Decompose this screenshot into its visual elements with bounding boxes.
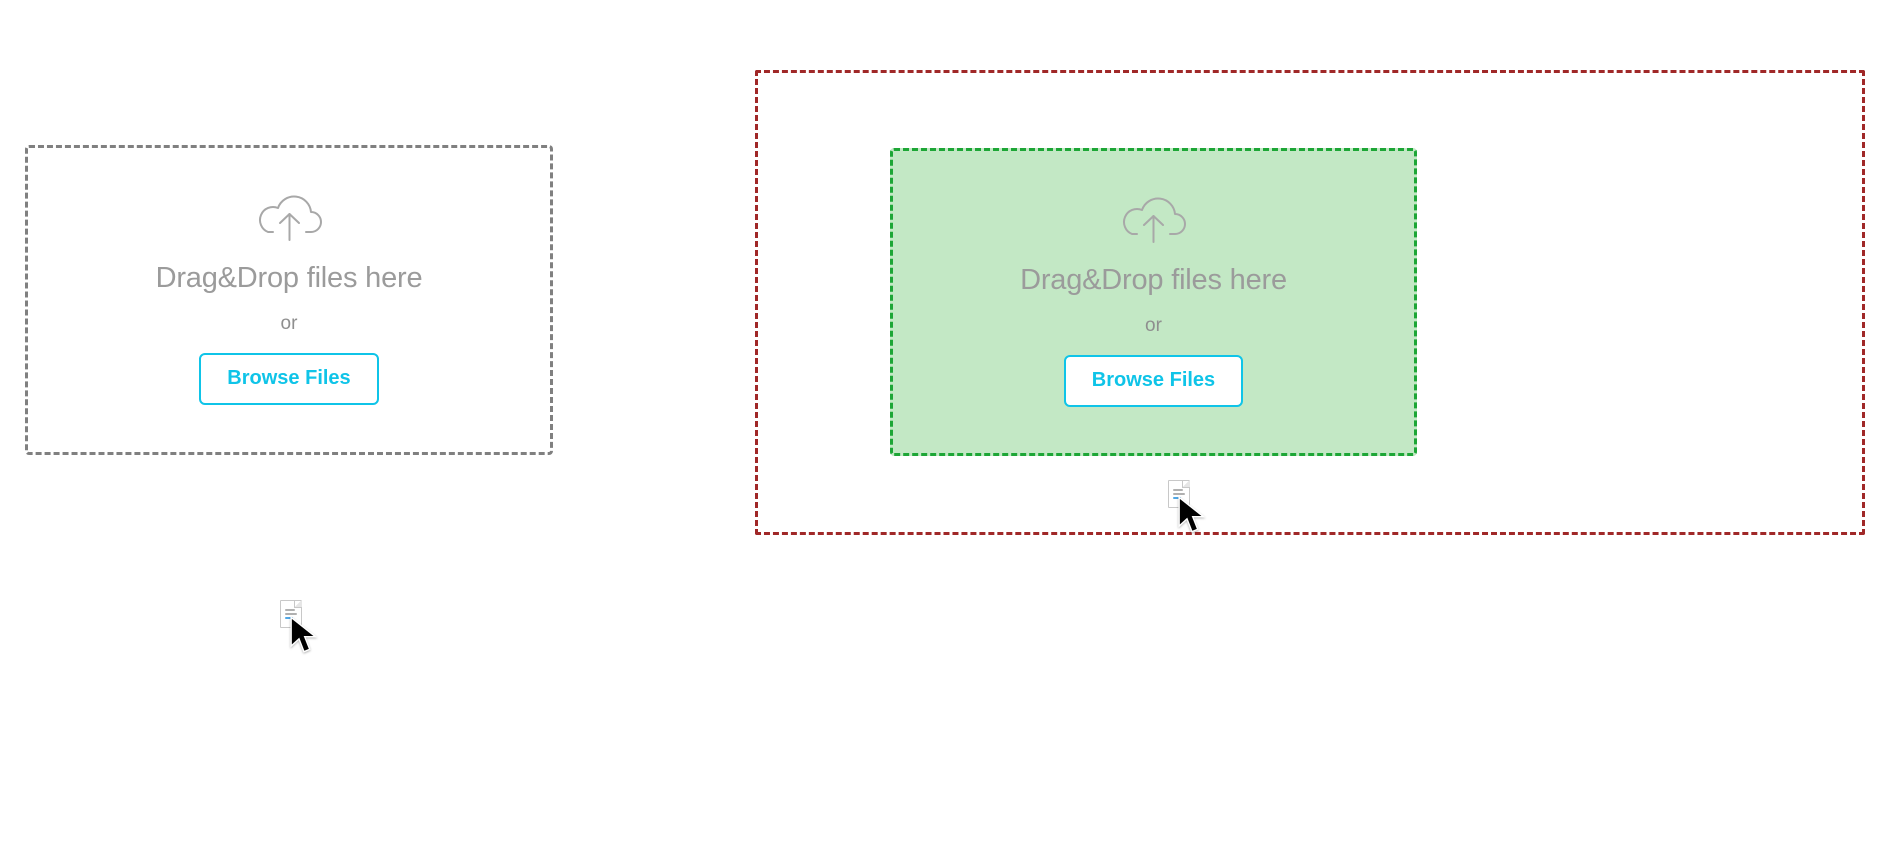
dropzone-or-label: or [1145, 315, 1162, 337]
cloud-upload-icon [1120, 196, 1187, 246]
dropzone-highlighted[interactable]: Drag&Drop files here or Browse Files [890, 148, 1417, 456]
dropzone-headline: Drag&Drop files here [156, 262, 423, 295]
file-drag-cursor-icon [285, 612, 340, 667]
browse-files-button[interactable]: Browse Files [199, 353, 378, 405]
browse-files-button[interactable]: Browse Files [1064, 355, 1243, 407]
cloud-upload-icon [256, 194, 323, 244]
dropzone-headline: Drag&Drop files here [1020, 264, 1287, 297]
dropzone-or-label: or [281, 313, 298, 335]
dropzone-default[interactable]: Drag&Drop files here or Browse Files [25, 145, 553, 455]
